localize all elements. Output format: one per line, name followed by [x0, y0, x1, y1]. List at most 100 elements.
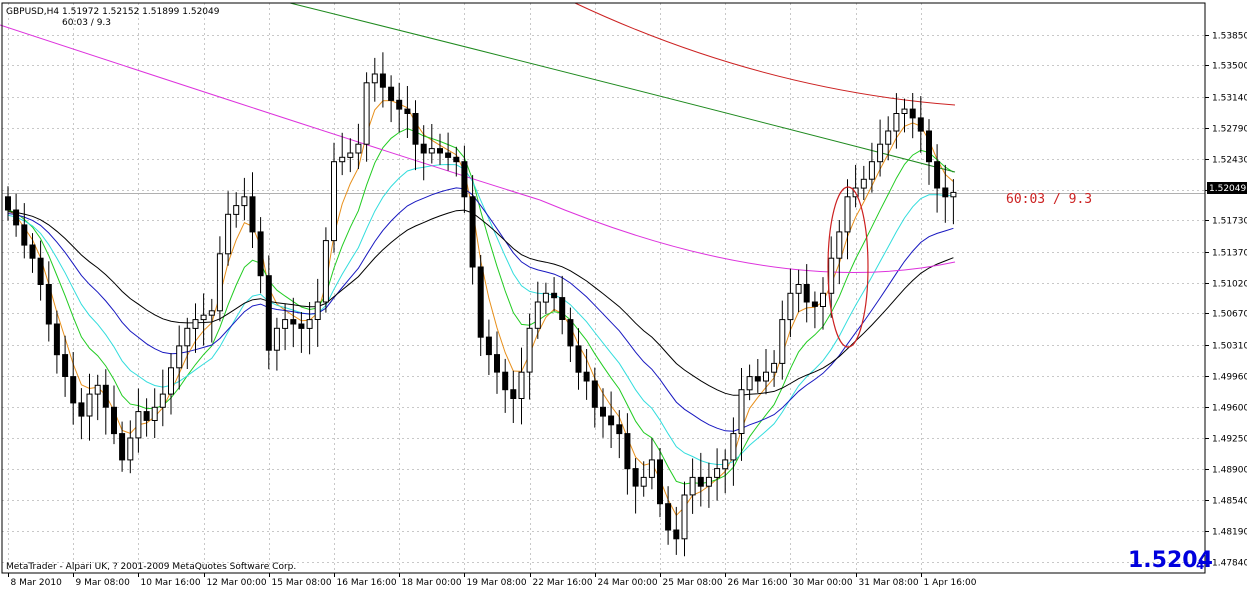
y-tick-label: 1.49600	[1212, 404, 1247, 414]
candle-bull	[640, 476, 647, 487]
candle-bear	[917, 117, 924, 132]
indicator-header: 60:03 / 9.3	[62, 18, 111, 28]
copyright-text: MetaTrader - Alpari UK, ? 2001-2009 Meta…	[6, 562, 296, 572]
time-annotation: 60:03 / 9.3	[1006, 192, 1092, 207]
candle-bear	[445, 152, 452, 158]
candle-bull	[950, 191, 957, 198]
candle-bear	[13, 209, 20, 226]
candle-bear	[249, 196, 256, 233]
chart-background	[0, 0, 1247, 590]
candle-bear	[591, 380, 598, 408]
y-tick-label: 1.52790	[1212, 125, 1247, 135]
candle-bull	[273, 327, 280, 351]
candle-bear	[624, 433, 631, 470]
candle-bull	[820, 292, 826, 307]
candle-bull	[339, 156, 346, 163]
y-tick-label: 1.51020	[1212, 280, 1247, 290]
candle-bull	[893, 113, 900, 132]
candle-bull	[159, 393, 166, 408]
candle-bull	[216, 253, 223, 312]
y-tick-label: 1.50670	[1212, 310, 1247, 320]
candle-bull	[135, 411, 142, 439]
x-tick-label: 12 Mar 00:00	[207, 578, 267, 588]
candle-bull	[722, 459, 729, 470]
symbol-header: GBPUSD,H4 1.51972 1.52152 1.51899 1.5204…	[6, 7, 220, 17]
candle-bull	[689, 476, 696, 496]
candle-bull	[681, 494, 688, 540]
candle-bull	[787, 292, 794, 321]
candle-bull	[86, 393, 93, 417]
candle-bull	[746, 376, 753, 391]
x-tick-label: 24 Mar 00:00	[598, 578, 658, 588]
y-tick-label: 1.53850	[1212, 32, 1247, 42]
price-chart[interactable]: 1.53850 1.53500 1.53140 1.52790 1.52430 1.520…	[0, 0, 1247, 590]
x-tick-label: 18 Mar 00:00	[402, 578, 462, 588]
y-tick-label: 1.49250	[1212, 435, 1247, 445]
candle-bull	[200, 314, 207, 321]
candle-bear	[632, 468, 639, 487]
candle-bull	[176, 345, 183, 369]
candle-bear	[453, 156, 460, 163]
candle-bear	[265, 275, 272, 351]
candle-bear	[412, 113, 419, 145]
candle-bull	[331, 161, 337, 242]
candle-bear	[600, 406, 606, 417]
candle-bull	[371, 73, 378, 84]
candle-bull	[94, 384, 101, 395]
candle-bear	[420, 143, 427, 154]
candle-bull	[184, 327, 191, 347]
candle-bull	[868, 161, 875, 180]
candle-bull	[526, 327, 533, 373]
candle-bull	[314, 301, 321, 320]
candle-bear	[567, 319, 574, 347]
candle-bear	[257, 231, 264, 277]
candle-bear	[909, 108, 916, 119]
x-tick-label: 31 Mar 08:00	[859, 578, 919, 588]
candle-bull	[363, 82, 370, 145]
y-tick-label: 1.52430	[1212, 156, 1247, 166]
x-tick-label: 19 Mar 08:00	[467, 578, 527, 588]
candle-bull	[306, 319, 313, 329]
candle-bull	[428, 148, 435, 154]
y-tick-label: 1.53500	[1212, 62, 1247, 72]
x-tick-label: 10 Mar 16:00	[141, 578, 201, 588]
candle-bear	[942, 187, 949, 198]
candle-bull	[208, 310, 215, 316]
x-tick-label: 16 Mar 16:00	[337, 578, 397, 588]
candle-bear	[102, 384, 109, 408]
candle-bull	[730, 433, 737, 461]
candle-bear	[608, 415, 615, 426]
candle-bear	[111, 406, 117, 435]
candle-bear	[21, 224, 28, 246]
candle-bear	[290, 319, 297, 325]
candle-bull	[542, 292, 549, 303]
candle-bear	[934, 161, 941, 189]
candle-bear	[70, 376, 77, 404]
candle-bear	[811, 301, 818, 307]
y-tick-label: 1.48190	[1212, 528, 1247, 538]
x-tick-label: 26 Mar 16:00	[728, 578, 788, 588]
candle-bull	[771, 362, 778, 373]
candle-bull	[534, 301, 541, 329]
candle-bull	[828, 257, 835, 294]
candle-bull	[844, 196, 851, 233]
candle-bear	[551, 292, 558, 299]
candle-bear	[583, 371, 590, 382]
x-tick-label: 15 Mar 08:00	[272, 578, 332, 588]
candle-bear	[616, 424, 623, 435]
candle-bull	[192, 319, 199, 329]
y-tick-label: 1.49960	[1212, 373, 1247, 383]
candle-bull	[648, 459, 655, 478]
candle-bull	[901, 108, 908, 114]
candle-bear	[477, 266, 484, 338]
candle-bear	[29, 244, 36, 259]
candle-bull	[151, 406, 158, 421]
y-tick-label: 1.50310	[1212, 342, 1247, 352]
chart-window[interactable]: 1.53850 1.53500 1.53140 1.52790 1.52430 1.520…	[0, 0, 1247, 590]
candle-bear	[754, 376, 761, 382]
candle-bear	[502, 371, 509, 391]
candle-bear	[494, 354, 500, 373]
x-tick-label: 25 Mar 08:00	[663, 578, 723, 588]
candle-bull	[518, 371, 525, 400]
candle-bull	[885, 130, 892, 145]
